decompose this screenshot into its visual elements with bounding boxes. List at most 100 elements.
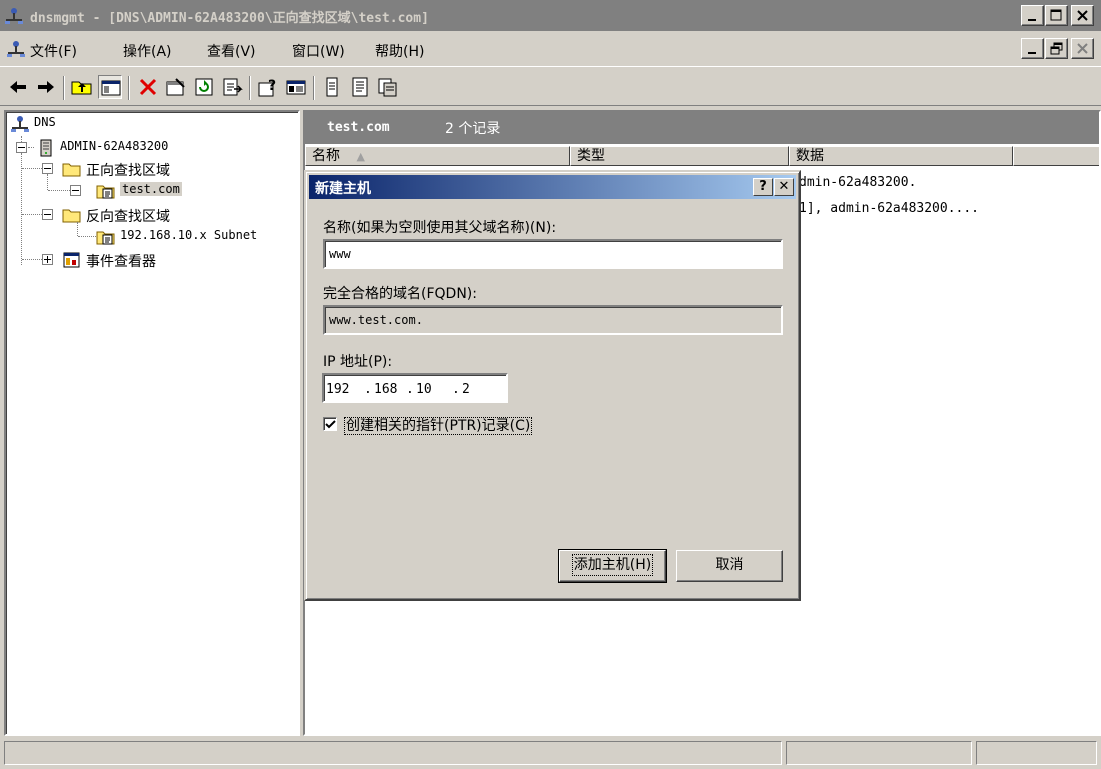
tree-label-dns: DNS [34,115,56,129]
column-type-label: 类型 [577,148,605,164]
up-level-icon [71,81,92,95]
tree-collapse-toggle[interactable] [70,185,81,196]
child-restore-button[interactable] [1045,38,1068,59]
menu-window[interactable]: 窗口(W) [292,41,345,61]
column-header-name[interactable]: 名称 ▲ [305,146,570,166]
checkmark-icon [325,420,336,429]
refresh-button[interactable] [192,75,216,99]
new-domain-button[interactable] [376,75,400,99]
sort-ascending-icon: ▲ [356,150,365,163]
status-pane-3 [976,741,1097,765]
zone-icon [96,185,115,199]
toolbar-separator [128,76,130,100]
menu-view[interactable]: 查看(V) [207,41,256,61]
child-close-button[interactable] [1071,38,1094,59]
tree-line [78,236,96,237]
tree-line [77,222,78,236]
column-header-extra[interactable] [1013,146,1099,166]
menubar: 文件(F) 操作(A) 查看(V) 窗口(W) 帮助(H) [0,32,1101,65]
tree-collapse-toggle[interactable] [42,163,53,174]
tree-expand-toggle[interactable] [42,254,53,265]
show-hide-tree-icon [101,80,121,96]
help-icon: ? [759,179,767,194]
minimize-icon [1028,52,1036,54]
record-count: 2 个记录 [445,121,501,137]
record-row-1-data[interactable]: dmin-62a483200. [799,175,916,190]
child-minimize-button[interactable] [1021,38,1044,59]
close-button[interactable] [1071,5,1094,26]
folder-icon [62,209,81,223]
toolbar-separator [63,76,65,100]
cancel-button[interactable]: 取消 [676,550,783,582]
close-icon [1077,43,1088,54]
delete-button[interactable] [136,75,160,99]
console-menu-icon[interactable] [6,40,26,58]
ip-dot: . [364,382,372,397]
ip-octet-4[interactable]: 2 [462,382,470,397]
maximize-button[interactable] [1045,5,1068,26]
dns-icon [11,116,29,132]
restore-icon [1050,42,1063,55]
new-domain-icon [378,78,397,97]
tree-line [21,153,22,265]
tree-label-test-com: test.com [120,182,182,196]
refresh-icon [195,78,213,96]
export-list-button[interactable] [220,75,244,99]
add-host-button[interactable]: 添加主机(H) [558,549,667,583]
toolbar: ? [0,66,1101,106]
close-icon [1077,10,1088,21]
menu-file[interactable]: 文件(F) [30,41,77,61]
tree-line [22,214,42,215]
server-icon [40,139,52,157]
menu-action[interactable]: 操作(A) [123,41,172,61]
dialog-help-button[interactable]: ? [753,178,773,196]
status-bar [0,739,1101,769]
console-icon [286,80,306,95]
show-hide-tree-button[interactable] [98,75,122,99]
status-pane-main [4,741,782,765]
properties-button[interactable] [164,75,188,99]
column-data-label: 数据 [796,148,824,164]
column-name-label: 名称 [312,148,340,164]
dialog-title: 新建主机 [315,181,371,197]
result-pane-header: test.com 2 个记录 [305,112,1099,144]
ip-address-input[interactable]: 192 . 168 . 10 . 2 [322,373,508,403]
ip-dot: . [452,382,460,397]
dialog-close-button[interactable]: ✕ [774,178,794,196]
new-host-dialog: 新建主机 ? ✕ 名称(如果为空则使用其父域名称)(N): www 完全合格的域… [304,170,801,601]
column-header-type[interactable]: 类型 [570,146,789,166]
ip-octet-3[interactable]: 10 [416,382,432,397]
tree-collapse-toggle[interactable] [42,209,53,220]
create-ptr-checkbox[interactable] [323,417,337,431]
record-row-2-data[interactable]: 1], admin-62a483200.... [799,201,979,216]
ip-octet-2[interactable]: 168 [374,382,397,397]
ip-octet-1[interactable]: 192 [326,382,349,397]
tree-label-event-viewer: 事件查看器 [86,254,156,270]
tree-label-subnet: 192.168.10.x Subnet [120,228,258,242]
tree-collapse-toggle[interactable] [16,142,27,153]
svg-text:?: ? [268,78,276,94]
column-header-data[interactable]: 数据 [789,146,1013,166]
minimize-button[interactable] [1021,5,1044,26]
create-ptr-label[interactable]: 创建相关的指针(PTR)记录(C) [343,415,533,435]
menu-help[interactable]: 帮助(H) [375,41,424,61]
help-button[interactable]: ? [256,75,280,99]
up-level-button[interactable] [70,75,94,99]
export-list-icon [223,78,243,96]
name-input[interactable]: www [323,239,783,269]
fqdn-label: 完全合格的域名(FQDN): [323,286,477,302]
maximize-icon [1050,9,1062,21]
window-titlebar[interactable]: dnsmgmt - [DNS\ADMIN-62A483200\正向查找区域\te… [0,0,1101,31]
dialog-titlebar[interactable]: 新建主机 ? ✕ [309,175,796,199]
new-host-button[interactable] [348,75,372,99]
new-record-button[interactable] [320,75,344,99]
ip-address-label: IP 地址(P): [323,354,393,370]
console-button[interactable] [284,75,308,99]
properties-icon [166,78,185,96]
back-button[interactable] [6,75,30,99]
close-icon: ✕ [778,179,790,194]
console-tree[interactable]: DNS ADMIN-62A483200 正向查找区域 test.com 反向查找… [4,110,300,736]
forward-button[interactable] [34,75,58,99]
create-ptr-label-text: 创建相关的指针(PTR)记录(C) [343,417,533,435]
tree-line [47,174,48,190]
